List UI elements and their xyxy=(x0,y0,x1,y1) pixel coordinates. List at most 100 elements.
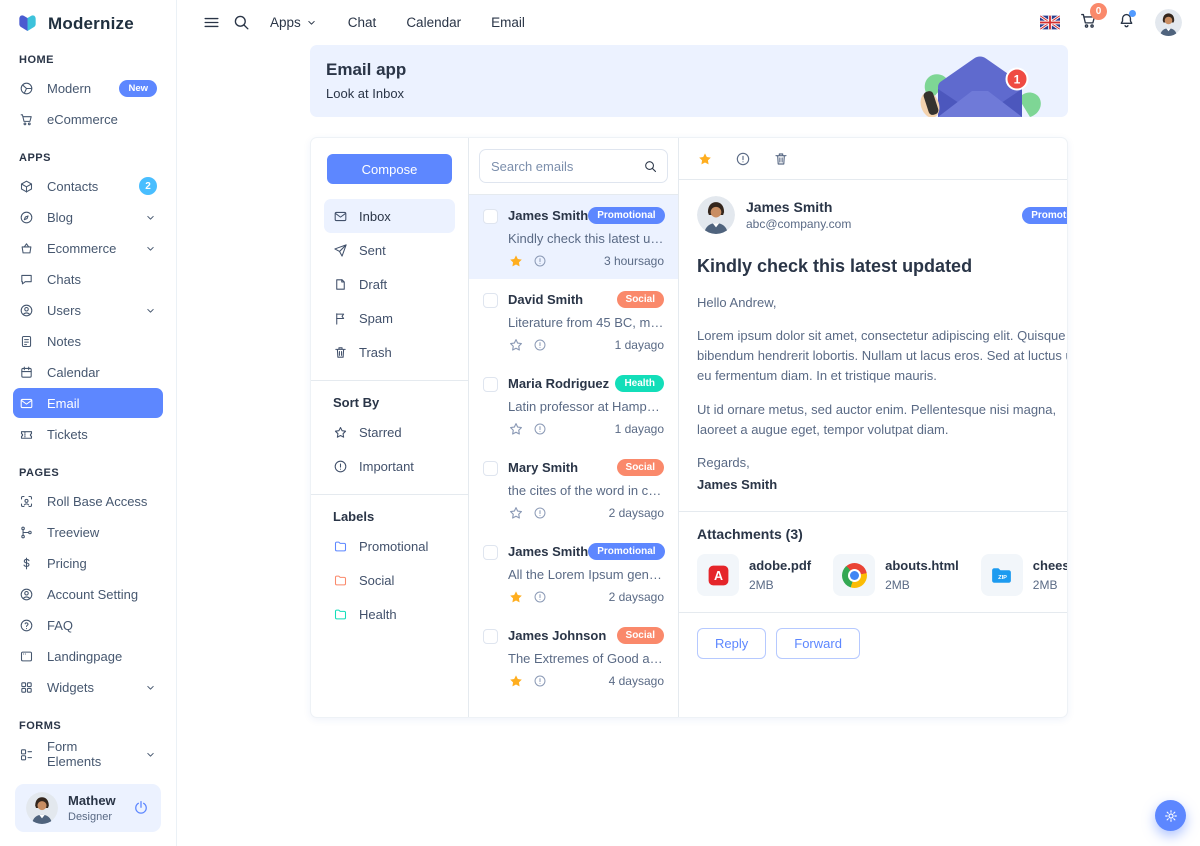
settings-fab[interactable] xyxy=(1155,800,1186,831)
ticket-icon xyxy=(19,427,34,442)
attachment-zip[interactable]: ZIP cheese.zip 2MB xyxy=(981,554,1068,596)
sidebar-item-calendar[interactable]: Calendar xyxy=(13,357,163,387)
label-promotional[interactable]: Promotional xyxy=(324,529,455,563)
sidebar-item-blog[interactable]: Blog xyxy=(13,202,163,232)
email-checkbox[interactable] xyxy=(483,545,498,560)
folder-sent[interactable]: Sent xyxy=(324,233,455,267)
important-icon[interactable] xyxy=(533,506,547,520)
chevron-down-icon xyxy=(144,748,157,761)
sidebar-item-landingpage[interactable]: Landingpage xyxy=(13,641,163,671)
logo[interactable]: Modernize xyxy=(0,0,176,36)
sidebar-item-faq[interactable]: FAQ xyxy=(13,610,163,640)
avatar xyxy=(26,792,58,824)
sidebar-item-contacts[interactable]: Contacts 2 xyxy=(13,171,163,201)
aperture-icon xyxy=(19,81,34,96)
filter-starred[interactable]: Starred xyxy=(324,415,455,449)
sidebar-item-notes[interactable]: Notes xyxy=(13,326,163,356)
star-icon[interactable] xyxy=(508,253,524,269)
email-checkbox[interactable] xyxy=(483,377,498,392)
page-banner: Email app Look at Inbox 1 xyxy=(310,45,1068,117)
folder-inbox[interactable]: Inbox xyxy=(324,199,455,233)
attachment-pdf[interactable]: A adobe.pdf 2MB xyxy=(697,554,811,596)
email-checkbox[interactable] xyxy=(483,293,498,308)
search-icon xyxy=(232,13,251,32)
sidebar-item-account-setting[interactable]: Account Setting xyxy=(13,579,163,609)
app-sidebar: Modernize HOME Modern New eCommerce APPS… xyxy=(0,0,177,846)
sidebar-item-roll-base-access[interactable]: Roll Base Access xyxy=(13,486,163,516)
email-checkbox[interactable] xyxy=(483,209,498,224)
trash-icon[interactable] xyxy=(773,151,789,167)
important-icon[interactable] xyxy=(533,338,547,352)
important-icon[interactable] xyxy=(735,151,751,167)
important-icon[interactable] xyxy=(533,674,547,688)
email-list-item[interactable]: David Smith Social Literature from 45 BC… xyxy=(469,279,678,363)
nav-chat[interactable]: Chat xyxy=(348,15,377,30)
sidebar-item-widgets[interactable]: Widgets xyxy=(13,672,163,702)
email-list-item[interactable]: James Smith Promotional Kindly check thi… xyxy=(469,195,678,279)
header: Apps Chat Calendar Email 0 xyxy=(178,0,1200,44)
email-checkbox[interactable] xyxy=(483,461,498,476)
label-social[interactable]: Social xyxy=(324,563,455,597)
attachment-html[interactable]: abouts.html 2MB xyxy=(833,554,959,596)
notifications-button[interactable] xyxy=(1117,11,1136,33)
sidebar-item-modern[interactable]: Modern New xyxy=(13,73,163,103)
email-paragraph: Lorem ipsum dolor sit amet, consectetur … xyxy=(697,326,1068,386)
star-icon[interactable] xyxy=(508,505,524,521)
sidebar-item-tickets[interactable]: Tickets xyxy=(13,419,163,449)
folder-trash[interactable]: Trash xyxy=(324,335,455,369)
important-icon[interactable] xyxy=(533,254,547,268)
sidebar-item-treeview[interactable]: Treeview xyxy=(13,517,163,547)
star-icon[interactable] xyxy=(508,337,524,353)
menu-button[interactable] xyxy=(196,7,226,37)
email-list-item[interactable]: James Johnson Social The Extremes of Goo… xyxy=(469,615,678,699)
star-icon[interactable] xyxy=(508,589,524,605)
search-button[interactable] xyxy=(226,7,256,37)
email-checkbox[interactable] xyxy=(483,629,498,644)
label-health[interactable]: Health xyxy=(324,597,455,631)
dollar-icon xyxy=(19,556,34,571)
sidebar-item-ecommerce[interactable]: Ecommerce xyxy=(13,233,163,263)
sidebar-item-ecommerce-home[interactable]: eCommerce xyxy=(13,104,163,134)
nav-apps[interactable]: Apps xyxy=(270,15,318,30)
email-paragraph: Ut id ornare metus, sed auctor enim. Pel… xyxy=(697,400,1068,440)
tree-icon xyxy=(19,525,34,540)
sidebar-item-users[interactable]: Users xyxy=(13,295,163,325)
nav-email[interactable]: Email xyxy=(491,15,525,30)
mail-icon xyxy=(333,209,348,224)
header-nav: Apps Chat Calendar Email xyxy=(270,15,525,30)
folder-draft[interactable]: Draft xyxy=(324,267,455,301)
compass-icon xyxy=(19,210,34,225)
main-content: Email app Look at Inbox 1 xyxy=(178,44,1200,718)
sidebar-item-form-elements[interactable]: Form Elements xyxy=(13,739,163,769)
sidebar-item-email[interactable]: Email xyxy=(13,388,163,418)
sidebar-nav: HOME Modern New eCommerce APPS Contacts … xyxy=(0,54,176,769)
cart-button[interactable]: 0 xyxy=(1079,11,1098,33)
label-badge: Health xyxy=(615,375,664,392)
sidebar-item-pricing[interactable]: Pricing xyxy=(13,548,163,578)
language-flag-button[interactable] xyxy=(1040,15,1060,30)
svg-text:A: A xyxy=(713,569,722,583)
star-icon[interactable] xyxy=(508,421,524,437)
star-icon[interactable] xyxy=(697,151,713,167)
email-list-item[interactable]: Maria Rodriguez Health Latin professor a… xyxy=(469,363,678,447)
sidebar-user-card[interactable]: Mathew Designer xyxy=(15,784,161,832)
chevron-down-icon xyxy=(144,304,157,317)
filter-important[interactable]: Important xyxy=(324,449,455,483)
reply-button[interactable]: Reply xyxy=(697,628,766,659)
important-icon[interactable] xyxy=(533,590,547,604)
email-list-item[interactable]: James Smith Promotional All the Lorem Ip… xyxy=(469,531,678,615)
compose-button[interactable]: Compose xyxy=(327,154,452,184)
logout-power-icon[interactable] xyxy=(132,799,150,817)
folder-spam[interactable]: Spam xyxy=(324,301,455,335)
search-input[interactable] xyxy=(479,149,668,183)
chrome-browser-icon xyxy=(842,563,867,588)
important-icon[interactable] xyxy=(533,422,547,436)
email-greeting: Hello Andrew, xyxy=(697,293,1068,313)
profile-avatar-button[interactable] xyxy=(1155,9,1182,36)
user-circle-icon xyxy=(19,303,34,318)
nav-calendar[interactable]: Calendar xyxy=(406,15,461,30)
email-list-item[interactable]: Mary Smith Social the cites of the word … xyxy=(469,447,678,531)
forward-button[interactable]: Forward xyxy=(776,628,860,659)
sidebar-item-chats[interactable]: Chats xyxy=(13,264,163,294)
star-icon[interactable] xyxy=(508,673,524,689)
